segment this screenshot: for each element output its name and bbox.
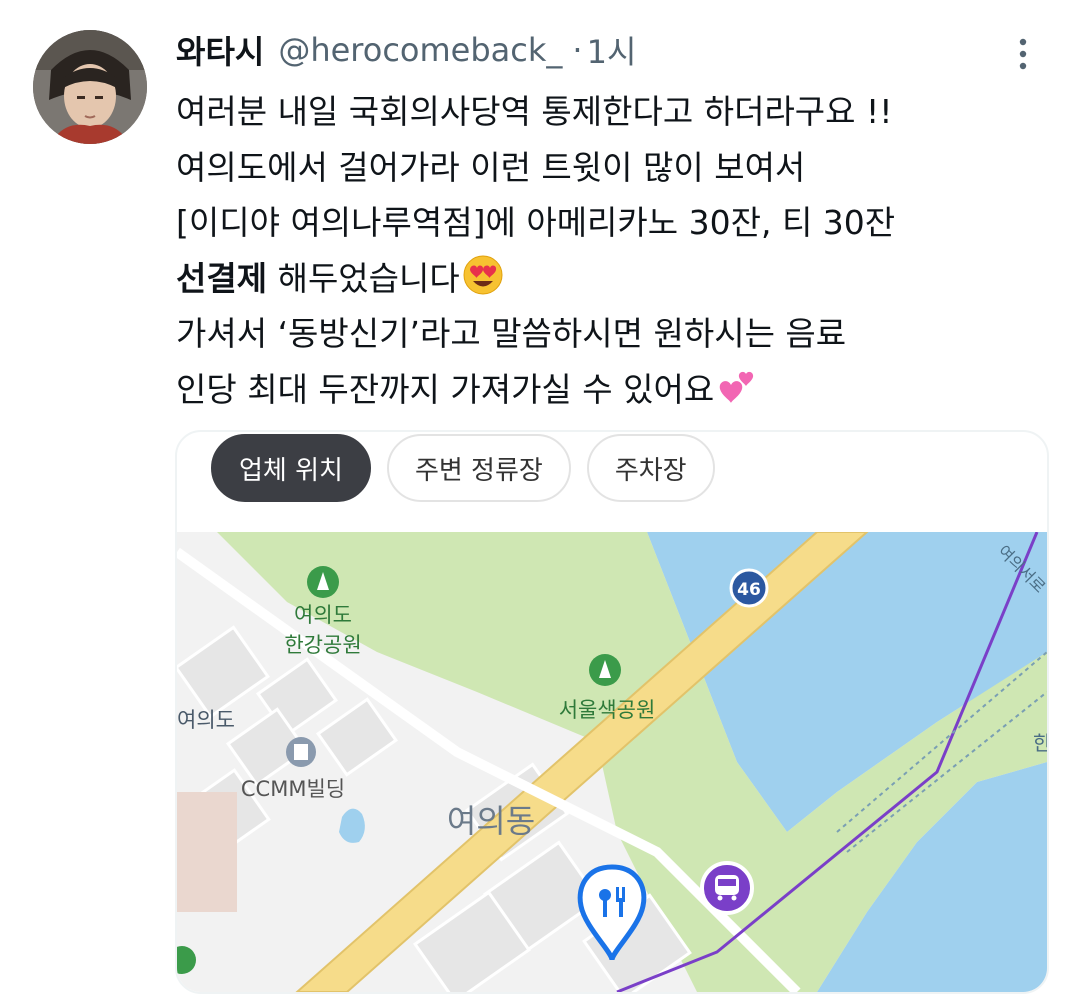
tweet-line-4: 선결제 해두었습니다 bbox=[176, 251, 1056, 307]
tweet-header: 와타시 @herocomeback_ · 1시 bbox=[176, 26, 636, 74]
tweet-line-5: 가셔서 ‘동방신기’라고 말씀하시면 원하시는 음료 bbox=[176, 314, 847, 353]
avatar[interactable] bbox=[33, 30, 147, 144]
building-lot bbox=[177, 792, 237, 912]
tweet-timestamp[interactable]: 1시 bbox=[587, 27, 637, 73]
more-vertical-icon bbox=[1019, 38, 1027, 70]
bold-text: 선결제 bbox=[176, 258, 268, 298]
route-number: 46 bbox=[737, 580, 761, 600]
tweet-line-6: 인당 최대 두잔까지 가져가실 수 있어요 bbox=[176, 362, 1056, 418]
map-label-yeouido: 여의도 bbox=[177, 708, 235, 732]
tab-business-location[interactable]: 업체 위치 bbox=[211, 434, 371, 502]
tab-parking[interactable]: 주차장 bbox=[586, 434, 715, 502]
park-label-yeouido-2: 한강공원 bbox=[284, 633, 361, 657]
building-icon bbox=[286, 737, 316, 767]
map-label-ccmm: CCMM빌딩 bbox=[241, 777, 345, 801]
tweet-line-2: 여의도에서 걸어가라 이런 트윗이 많이 보여서 bbox=[176, 147, 806, 187]
tweet-text: 여러분 내일 국회의사당역 통제한다고 하더라구요 !! 여의도에서 걸어가라 … bbox=[176, 84, 1056, 417]
park-icon-1 bbox=[307, 566, 339, 598]
edge-label: 한 bbox=[1033, 731, 1047, 755]
park-icon-2 bbox=[589, 654, 621, 686]
tweet-line-1: 여러분 내일 국회의사당역 통제한다고 하더라구요 !! bbox=[176, 92, 893, 131]
place-card[interactable]: 업체 위치 주변 정류장 주차장 46 여의도 한강공원 서울색공원 여의도 C… bbox=[175, 430, 1049, 994]
heart-eyes-emoji bbox=[462, 254, 504, 296]
card-tabs: 업체 위치 주변 정류장 주차장 bbox=[211, 432, 715, 504]
park-label-yeouido-1: 여의도 bbox=[294, 603, 352, 627]
map-label-district: 여의동 bbox=[447, 802, 535, 840]
park-label-seoulsaek: 서울색공원 bbox=[559, 698, 656, 722]
avatar-image bbox=[33, 30, 147, 144]
more-options-button[interactable] bbox=[1008, 34, 1038, 74]
subway-station-marker[interactable] bbox=[700, 861, 754, 915]
tab-nearby-stops[interactable]: 주변 정류장 bbox=[386, 434, 571, 502]
user-handle[interactable]: @herocomeback_ bbox=[278, 31, 562, 69]
tweet-line-6-text: 인당 최대 두잔까지 가져가실 수 있어요 bbox=[176, 369, 715, 409]
route-46-shield: 46 bbox=[729, 568, 769, 608]
display-name[interactable]: 와타시 bbox=[176, 27, 264, 73]
separator-dot: · bbox=[572, 31, 583, 69]
tweet-line-3: [이디야 여의나루역점]에 아메리카노 30잔, 티 30잔 bbox=[176, 203, 896, 242]
map[interactable]: 46 여의도 한강공원 서울색공원 여의도 CCMM빌딩 여의동 여의서로 한 bbox=[177, 532, 1047, 992]
tweet-line-4-rest: 해두었습니다 bbox=[267, 258, 460, 298]
two-hearts-emoji bbox=[716, 365, 758, 407]
